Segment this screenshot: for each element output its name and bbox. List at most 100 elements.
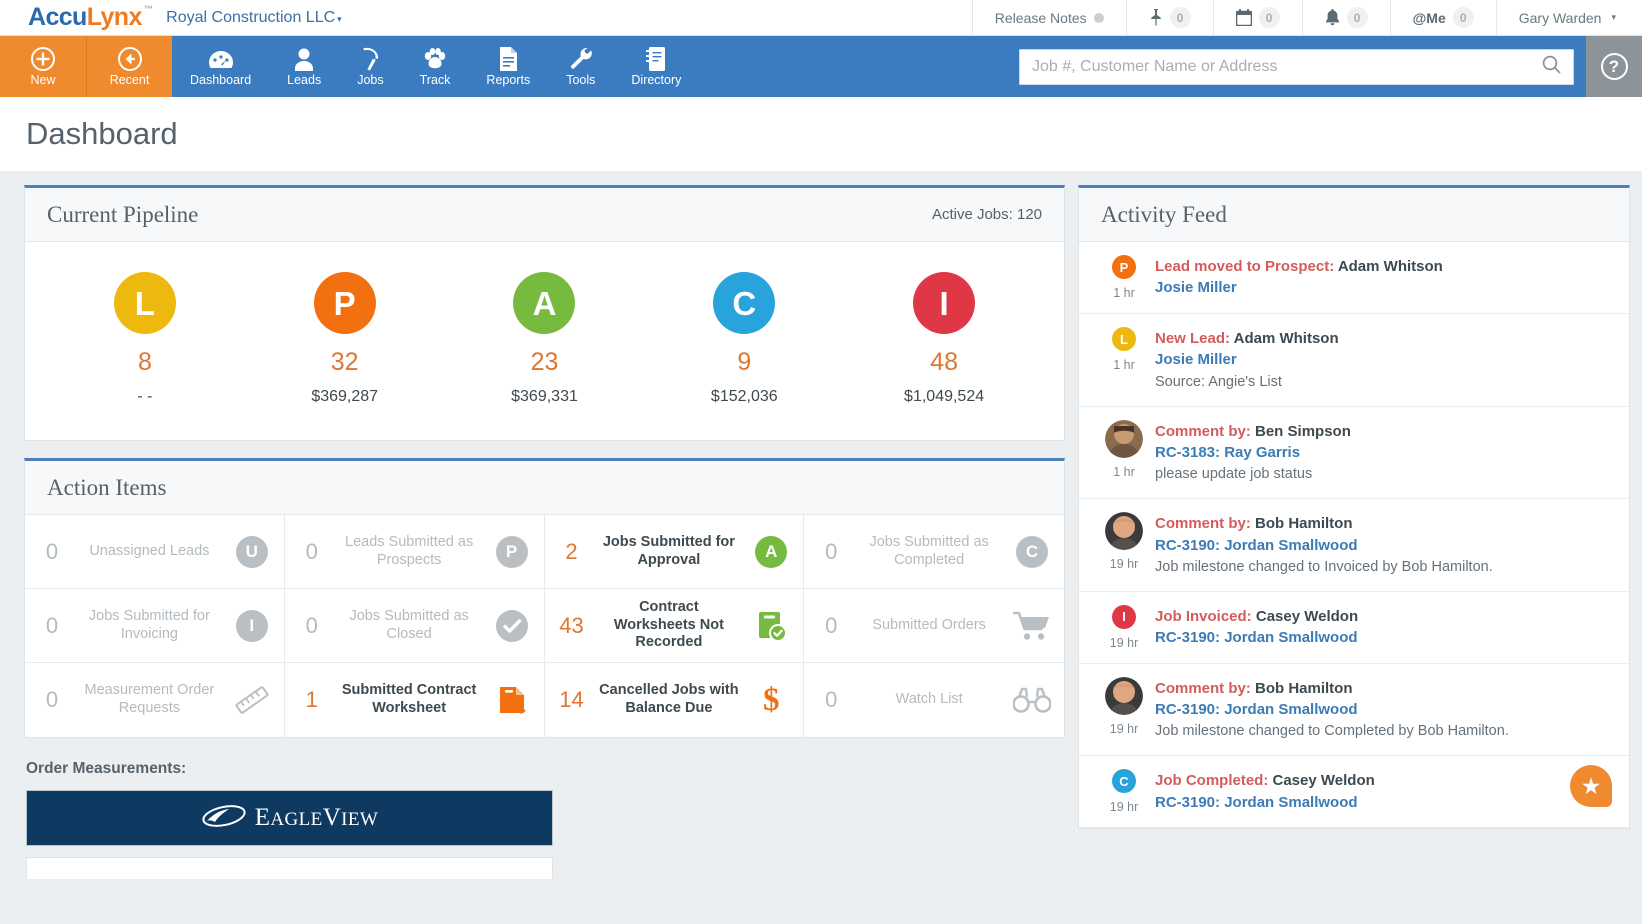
feed-item-link[interactable]: Josie Miller: [1155, 277, 1613, 298]
binoculars-icon: [1012, 686, 1052, 714]
global-search-box[interactable]: [1019, 49, 1574, 85]
nav-item-new[interactable]: New: [0, 36, 86, 97]
logo-lynx-text: Lynx: [87, 3, 142, 31]
action-item-contract-worksheets-not-recorded[interactable]: 43 Contract Worksheets Not Recorded: [545, 589, 805, 663]
eagleview-logo-icon: [201, 802, 247, 835]
feed-item[interactable]: 1 hr Comment by: Ben Simpson RC-3183: Ra…: [1079, 407, 1629, 500]
page-title-bar: Dashboard: [0, 97, 1642, 171]
action-item-submitted-contract-worksheet[interactable]: 1 Submitted Contract Worksheet: [285, 663, 545, 737]
feed-item[interactable]: 19 hr Comment by: Bob Hamilton RC-3190: …: [1079, 499, 1629, 592]
action-item-count: 43: [557, 613, 587, 639]
letter-I-badge-icon: I: [232, 610, 272, 642]
action-item-cancelled-jobs-balance-due[interactable]: 14 Cancelled Jobs with Balance Due $: [545, 663, 805, 737]
help-button[interactable]: ?: [1586, 36, 1642, 97]
action-item-count: 0: [37, 613, 67, 639]
action-item-count: 0: [297, 613, 327, 639]
activity-feed-list[interactable]: P 1 hr Lead moved to Prospect: Adam Whit…: [1079, 242, 1629, 828]
pinned-count: 0: [1170, 7, 1191, 28]
nav-item-leads[interactable]: Leads: [269, 36, 339, 97]
eagleview-button[interactable]: EAGLEVIEW: [26, 790, 553, 846]
company-name: Royal Construction LLC: [166, 9, 335, 26]
nav-item-track[interactable]: Track: [402, 36, 469, 97]
current-pipeline-card: Current Pipeline Active Jobs: 120 L 8 - …: [24, 185, 1065, 441]
action-item-watch-list[interactable]: 0 Watch List: [804, 663, 1064, 737]
avatar: [1105, 420, 1143, 458]
feed-item-action: Lead moved to Prospect:: [1155, 258, 1334, 275]
feed-item[interactable]: C 19 hr Job Completed: Casey Weldon RC-3…: [1079, 756, 1629, 828]
nav-item-dashboard[interactable]: Dashboard: [172, 36, 269, 97]
bell-icon: [1325, 9, 1340, 26]
acculynx-logo[interactable]: AccuLynx™: [28, 5, 152, 30]
feed-item-link[interactable]: RC-3190: Jordan Smallwood: [1155, 535, 1613, 556]
nav-label: Track: [420, 74, 451, 87]
feed-item-link[interactable]: Josie Miller: [1155, 349, 1613, 370]
activity-feed-header: Activity Feed: [1079, 188, 1629, 242]
action-item-label: Jobs Submitted for Invoicing: [77, 608, 222, 643]
pipeline-stage-completed[interactable]: C 9 $152,036: [644, 272, 844, 406]
nav-item-recent[interactable]: Recent: [86, 36, 172, 97]
action-item-label: Measurement Order Requests: [77, 682, 222, 717]
action-item-label: Watch List: [856, 691, 1002, 709]
avatar: [1105, 512, 1143, 550]
eagleview-wordmark: EAGLEVIEW: [255, 804, 378, 832]
feed-item[interactable]: 19 hr Comment by: Bob Hamilton RC-3190: …: [1079, 664, 1629, 757]
right-column: Activity Feed P 1 hr Lead moved to Prosp…: [1078, 185, 1630, 829]
feed-item-time: 1 hr: [1113, 286, 1135, 300]
action-items-header: Action Items: [25, 461, 1064, 515]
feed-item[interactable]: I 19 hr Job Invoiced: Casey Weldon RC-31…: [1079, 592, 1629, 664]
action-item-label: Jobs Submitted as Completed: [856, 534, 1002, 569]
feedback-star-button[interactable]: ★: [1570, 765, 1612, 807]
nav-item-reports[interactable]: Reports: [468, 36, 548, 97]
calendar-item[interactable]: 0: [1213, 0, 1302, 35]
notifications-item[interactable]: 0: [1302, 0, 1390, 35]
pinned-item[interactable]: 0: [1126, 0, 1213, 35]
feed-item-content: Comment by: Bob Hamilton RC-3190: Jordan…: [1155, 512, 1613, 578]
feed-item-link[interactable]: RC-3183: Ray Garris: [1155, 442, 1613, 463]
action-item-count: 2: [557, 539, 587, 565]
user-menu[interactable]: Gary Warden▾: [1496, 0, 1642, 35]
release-notes-dot-icon: [1094, 13, 1104, 23]
feed-item-headline: Job Completed: Casey Weldon: [1155, 770, 1613, 791]
action-item-label: Submitted Contract Worksheet: [337, 682, 482, 717]
action-item-label: Leads Submitted as Prospects: [337, 534, 482, 569]
nav-label: Recent: [110, 74, 150, 87]
nav-item-jobs[interactable]: Jobs: [339, 36, 401, 97]
release-notes-item[interactable]: Release Notes: [972, 0, 1126, 35]
feed-item-action: Comment by:: [1155, 515, 1251, 532]
action-item-submitted-orders[interactable]: 0 Submitted Orders: [804, 589, 1064, 663]
action-item-measurement-order-requests[interactable]: 0 Measurement Order Requests: [25, 663, 285, 737]
plus-circle-icon: [31, 47, 55, 71]
action-item-jobs-submitted-approval[interactable]: 2 Jobs Submitted for Approval A: [545, 515, 805, 589]
feed-item-link[interactable]: RC-3190: Jordan Smallwood: [1155, 699, 1613, 720]
feed-item-headline: New Lead: Adam Whitson: [1155, 328, 1613, 349]
feed-item[interactable]: P 1 hr Lead moved to Prospect: Adam Whit…: [1079, 242, 1629, 314]
action-item-label: Jobs Submitted for Approval: [597, 534, 742, 569]
feed-item-time: 1 hr: [1113, 358, 1135, 372]
feed-item[interactable]: L 1 hr New Lead: Adam Whitson Josie Mill…: [1079, 314, 1629, 407]
nav-item-tools[interactable]: Tools: [548, 36, 613, 97]
action-item-leads-submitted-prospects[interactable]: 0 Leads Submitted as Prospects P: [285, 515, 545, 589]
stage-amount: $369,331: [511, 388, 578, 406]
company-selector[interactable]: Royal Construction LLC▾: [166, 9, 342, 27]
feed-item-headline: Job Invoiced: Casey Weldon: [1155, 606, 1613, 627]
pipeline-stage-invoiced[interactable]: I 48 $1,049,524: [844, 272, 1044, 406]
feed-item-link[interactable]: RC-3190: Jordan Smallwood: [1155, 792, 1613, 813]
nav-item-directory[interactable]: Directory: [613, 36, 699, 97]
feed-item-link[interactable]: RC-3190: Jordan Smallwood: [1155, 627, 1613, 648]
action-item-jobs-submitted-closed[interactable]: 0 Jobs Submitted as Closed: [285, 589, 545, 663]
contract-icon: [492, 684, 532, 716]
search-icon[interactable]: [1542, 55, 1561, 79]
action-item-unassigned-leads[interactable]: 0 Unassigned Leads U: [25, 515, 285, 589]
mentions-count: 0: [1453, 7, 1474, 28]
pipeline-stage-approved[interactable]: A 23 $369,331: [445, 272, 645, 406]
mentions-item[interactable]: @Me 0: [1390, 0, 1496, 35]
search-input[interactable]: [1032, 58, 1542, 76]
stage-letter-badge-C: C: [713, 272, 775, 334]
pipeline-stage-prospect[interactable]: P 32 $369,287: [245, 272, 445, 406]
feed-item-subject: Bob Hamilton: [1251, 680, 1353, 697]
action-item-jobs-submitted-invoicing[interactable]: 0 Jobs Submitted for Invoicing I: [25, 589, 285, 663]
action-item-jobs-submitted-completed[interactable]: 0 Jobs Submitted as Completed C: [804, 515, 1064, 589]
feed-item-action: Job Completed:: [1155, 772, 1268, 789]
letter-C-badge-icon: C: [1012, 536, 1052, 568]
pipeline-stage-lead[interactable]: L 8 - -: [45, 272, 245, 406]
